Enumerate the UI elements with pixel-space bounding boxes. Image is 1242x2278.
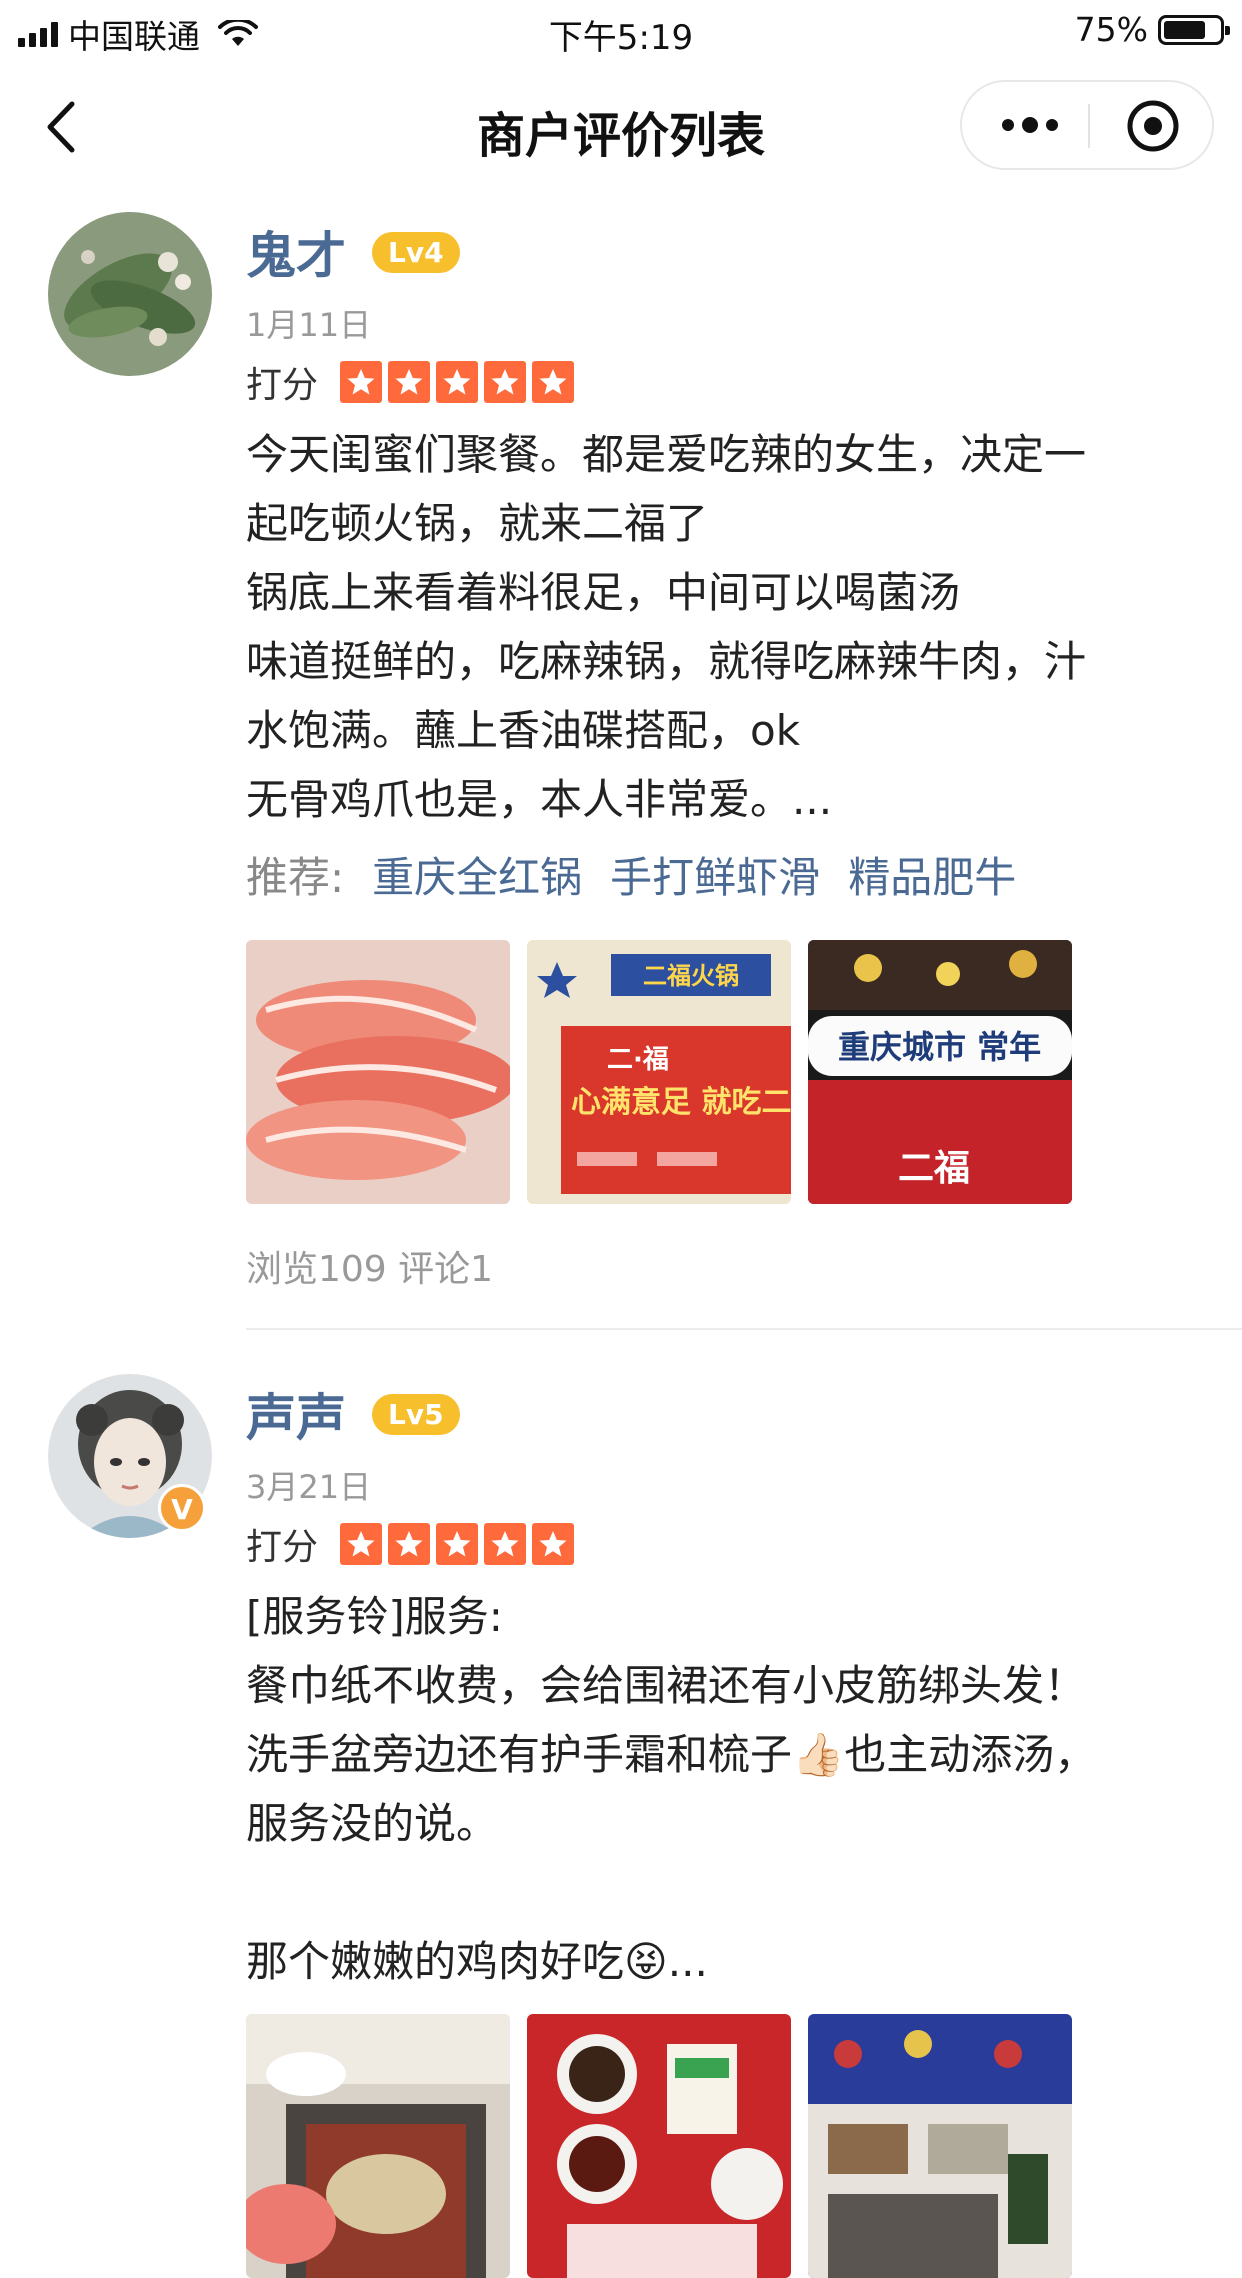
recommend-row: 推荐: 重庆全红锅 手打鲜虾滑 精品肥牛 [246, 844, 1016, 905]
rating: 打分 [246, 1518, 575, 1570]
divider [246, 1328, 1242, 1330]
review-text[interactable]: [服务铃]服务: 餐巾纸不收费，会给围裙还有小皮筋绑头发！ 洗手盆旁边还有护手霜… [246, 1582, 1186, 1996]
battery-icon [1158, 14, 1230, 45]
review-text-line: 那个嫩嫩的鸡肉好吃😝... [246, 1937, 708, 1986]
review-text-line: 今天闺蜜们聚餐。都是爱吃辣的女生，决定一 [246, 430, 1087, 479]
recommend-tag[interactable]: 重庆全红锅 [372, 844, 582, 905]
review-text-line: 锅底上来看着料很足，中间可以喝菌汤 [246, 568, 961, 617]
photo-grid [246, 2014, 1072, 2278]
user-name[interactable]: 鬼才 [246, 216, 346, 288]
review-text[interactable]: 今天闺蜜们聚餐。都是爱吃辣的女生，决定一 起吃顿火锅，就来二福了 锅底上来看着料… [246, 420, 1186, 834]
review-date: 3月21日 [246, 1468, 372, 1506]
star-icon [532, 1523, 575, 1565]
photo-grid: 二福火锅 二·福 心满意足 就吃二 重庆城市 常年 二福 [246, 940, 1072, 1204]
star-icon [436, 1523, 479, 1565]
star-icon [484, 1523, 527, 1565]
rating: 打分 [246, 356, 575, 408]
mini-program-capsule [960, 80, 1214, 170]
star-icon [388, 361, 431, 403]
star-icon [340, 361, 383, 403]
review-text-line: [服务铃]服务: [246, 1592, 503, 1641]
star-icon [484, 361, 527, 403]
target-icon[interactable] [1125, 98, 1181, 154]
photo-caption: 二福火锅 [643, 962, 739, 990]
star-icon [388, 1523, 431, 1565]
recommend-tag[interactable]: 手打鲜虾滑 [610, 844, 820, 905]
review-photo[interactable]: 二福火锅 二·福 心满意足 就吃二 [527, 940, 791, 1204]
more-dots-icon[interactable] [1000, 112, 1060, 138]
photo-caption: 心满意足 就吃二 [571, 1085, 791, 1120]
photo-caption: 二福 [898, 1148, 970, 1189]
status-bar: 中国联通 下午5:19 75% [0, 0, 1242, 62]
star-icon [340, 1523, 383, 1565]
review-photo[interactable] [808, 2014, 1072, 2278]
star-icon [436, 361, 479, 403]
star-rating [340, 361, 575, 403]
avatar[interactable] [48, 212, 212, 376]
nav-bar: 商户评价列表 [0, 62, 1242, 192]
review-text-line: 无骨鸡爪也是，本人非常爱。... [246, 775, 833, 824]
rating-label: 打分 [246, 1527, 319, 1568]
view-comment-stats: 浏览109 评论1 [246, 1249, 494, 1290]
star-rating [340, 1523, 575, 1565]
review-date: 1月11日 [246, 306, 372, 344]
review-photo[interactable] [527, 2014, 791, 2278]
review-text-line: 水饱满。蘸上香油碟搭配，ok [246, 706, 801, 755]
capsule-divider [1088, 104, 1090, 148]
review-photo[interactable] [246, 2014, 510, 2278]
review-text-line: 味道挺鲜的，吃麻辣锅，就得吃麻辣牛肉，汁 [246, 637, 1087, 686]
photo-caption: 重庆城市 常年 [838, 1028, 1041, 1066]
review-text-line: 餐巾纸不收费，会给围裙还有小皮筋绑头发！ [246, 1661, 1087, 1710]
review-text-line: 洗手盆旁边还有护手霜和梳子👍🏻也主动添汤， [246, 1730, 1097, 1779]
rating-label: 打分 [246, 365, 319, 406]
verified-badge: V [158, 1484, 206, 1532]
photo-caption: 二·福 [607, 1045, 669, 1075]
star-icon [532, 361, 575, 403]
review-photo[interactable]: 重庆城市 常年 二福 [808, 940, 1072, 1204]
recommend-tag[interactable]: 精品肥牛 [848, 844, 1016, 905]
review-text-line [246, 1858, 1186, 1927]
user-name[interactable]: 声声 [246, 1378, 346, 1450]
review-text-line: 起吃顿火锅，就来二福了 [246, 499, 709, 548]
level-badge: Lv4 [372, 231, 460, 273]
review-text-line: 服务没的说。 [246, 1799, 499, 1848]
level-badge: Lv5 [372, 1393, 460, 1435]
clock: 下午5:19 [548, 18, 694, 58]
battery-percent: 75% [1074, 10, 1148, 49]
recommend-label: 推荐: [246, 853, 345, 902]
review-photo[interactable] [246, 940, 510, 1204]
